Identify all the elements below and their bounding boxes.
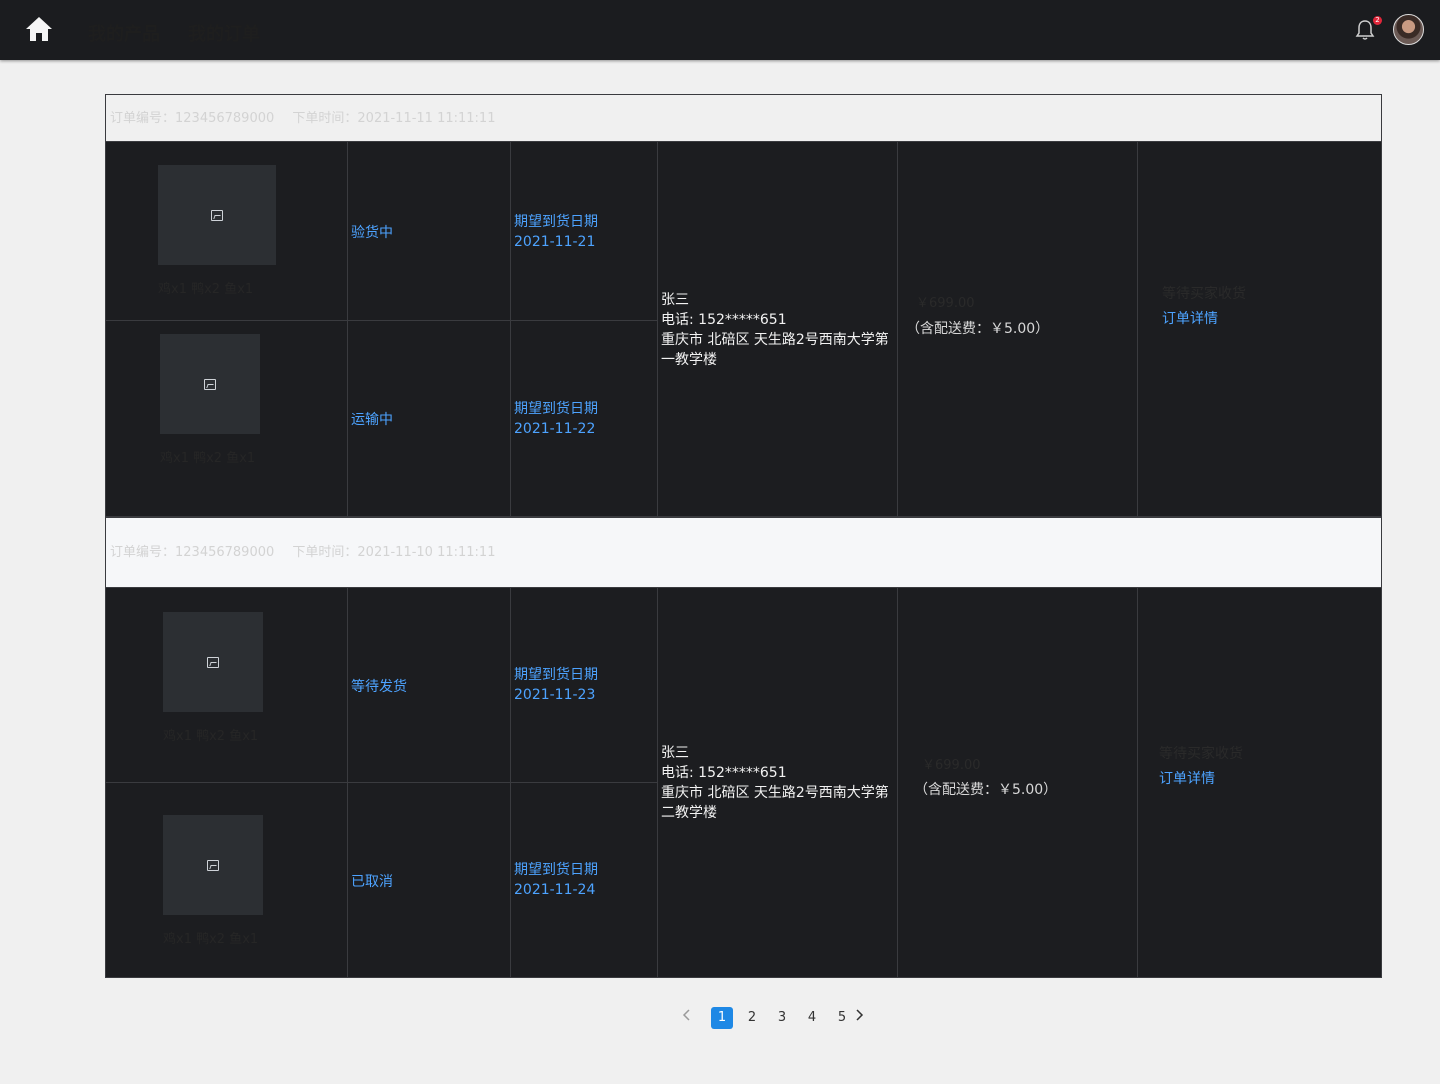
delivery-date: 2021-11-23 — [514, 687, 596, 703]
recipient-address: 重庆市 北碚区 天生路2号西南大学第一教学楼 — [661, 332, 889, 368]
order-detail-link[interactable]: 订单详情 — [1159, 768, 1215, 788]
product-status[interactable]: 验货中 — [351, 222, 393, 242]
nav-my-orders[interactable]: 我的订单 — [188, 20, 260, 46]
delivery-label: 期望到货日期 — [514, 401, 598, 417]
nav-my-products[interactable]: 我的产品 — [88, 20, 160, 46]
product-status[interactable]: 运输中 — [351, 409, 393, 429]
order-body: 鸡x1 鸭x2 鱼x1 等待发货 期望到货日期 2021-11-23 鸡x1 鸭… — [105, 588, 1382, 978]
recipient-phone: 电话: 152*****651 — [661, 312, 787, 328]
expected-delivery: 期望到货日期 2021-11-21 — [514, 212, 598, 252]
recipient-address: 重庆市 北碚区 天生路2号西南大学第二教学楼 — [661, 785, 889, 821]
home-icon[interactable] — [24, 15, 54, 43]
product-items: 鸡x1 鸭x2 鱼x1 — [163, 932, 259, 947]
order-number: 订单编号：123456789000 — [110, 545, 275, 560]
delivery-date: 2021-11-22 — [514, 421, 596, 437]
page-1[interactable]: 1 — [711, 1007, 733, 1029]
delivery-label: 期望到货日期 — [514, 862, 598, 878]
delivery-label: 期望到货日期 — [514, 667, 598, 683]
product-items: 鸡x1 鸭x2 鱼x1 — [163, 729, 259, 744]
product-items: 鸡x1 鸭x2 鱼x1 — [160, 451, 256, 466]
recipient-info: 张三 电话: 152*****651 重庆市 北碚区 天生路2号西南大学第二教学… — [661, 743, 891, 823]
order-number: 订单编号：123456789000 — [110, 111, 275, 126]
order-body: 鸡x1 鸭x2 鱼x1 验货中 期望到货日期 2021-11-21 鸡x1 鸭x… — [105, 142, 1382, 517]
delivery-label: 期望到货日期 — [514, 214, 598, 230]
order-header: 订单编号：123456789000 下单时间：2021-11-10 11:11:… — [105, 517, 1382, 588]
avatar[interactable] — [1393, 14, 1424, 45]
page-4[interactable]: 4 — [801, 1007, 823, 1029]
product-status[interactable]: 已取消 — [351, 871, 393, 891]
shipping-fee: （含配送费：￥5.00） — [914, 782, 1058, 798]
order-time: 下单时间：2021-11-11 11:11:11 — [292, 111, 496, 126]
recipient-name: 张三 — [661, 745, 689, 761]
chevron-right-icon[interactable] — [852, 1005, 866, 1027]
recipient-phone: 电话: 152*****651 — [661, 765, 787, 781]
order-price: ￥699.00 — [922, 758, 981, 773]
image-icon — [207, 656, 219, 668]
expected-delivery: 期望到货日期 2021-11-23 — [514, 665, 598, 705]
image-icon — [207, 859, 219, 871]
page-3[interactable]: 3 — [771, 1007, 793, 1029]
order-price: ￥699.00 — [916, 296, 975, 311]
page-5[interactable]: 5 — [831, 1007, 853, 1029]
shipping-fee: （含配送费：￥5.00） — [906, 321, 1050, 337]
top-navigation-bar: 我的产品 我的订单 2 — [0, 0, 1440, 60]
product-thumbnail[interactable] — [160, 334, 260, 434]
product-items: 鸡x1 鸭x2 鱼x1 — [158, 282, 254, 297]
product-thumbnail[interactable] — [163, 815, 263, 915]
order-state: 等待买家收货 — [1162, 286, 1246, 302]
image-icon — [204, 378, 216, 390]
order-list: 订单编号：123456789000 下单时间：2021-11-11 11:11:… — [105, 94, 1382, 978]
product-thumbnail[interactable] — [163, 612, 263, 712]
delivery-date: 2021-11-24 — [514, 882, 596, 898]
chevron-left-icon[interactable] — [680, 1005, 694, 1027]
image-icon — [211, 209, 223, 221]
order-time: 下单时间：2021-11-10 11:11:11 — [292, 545, 496, 560]
order-header: 订单编号：123456789000 下单时间：2021-11-11 11:11:… — [105, 94, 1382, 142]
product-status[interactable]: 等待发货 — [351, 676, 407, 696]
order-detail-link[interactable]: 订单详情 — [1162, 308, 1218, 328]
order-state: 等待买家收货 — [1159, 746, 1243, 762]
expected-delivery: 期望到货日期 2021-11-22 — [514, 399, 598, 439]
notification-badge: 2 — [1373, 16, 1382, 25]
recipient-info: 张三 电话: 152*****651 重庆市 北碚区 天生路2号西南大学第一教学… — [661, 290, 891, 370]
page-2[interactable]: 2 — [741, 1007, 763, 1029]
expected-delivery: 期望到货日期 2021-11-24 — [514, 860, 598, 900]
product-thumbnail[interactable] — [158, 165, 276, 265]
delivery-date: 2021-11-21 — [514, 234, 596, 250]
recipient-name: 张三 — [661, 292, 689, 308]
